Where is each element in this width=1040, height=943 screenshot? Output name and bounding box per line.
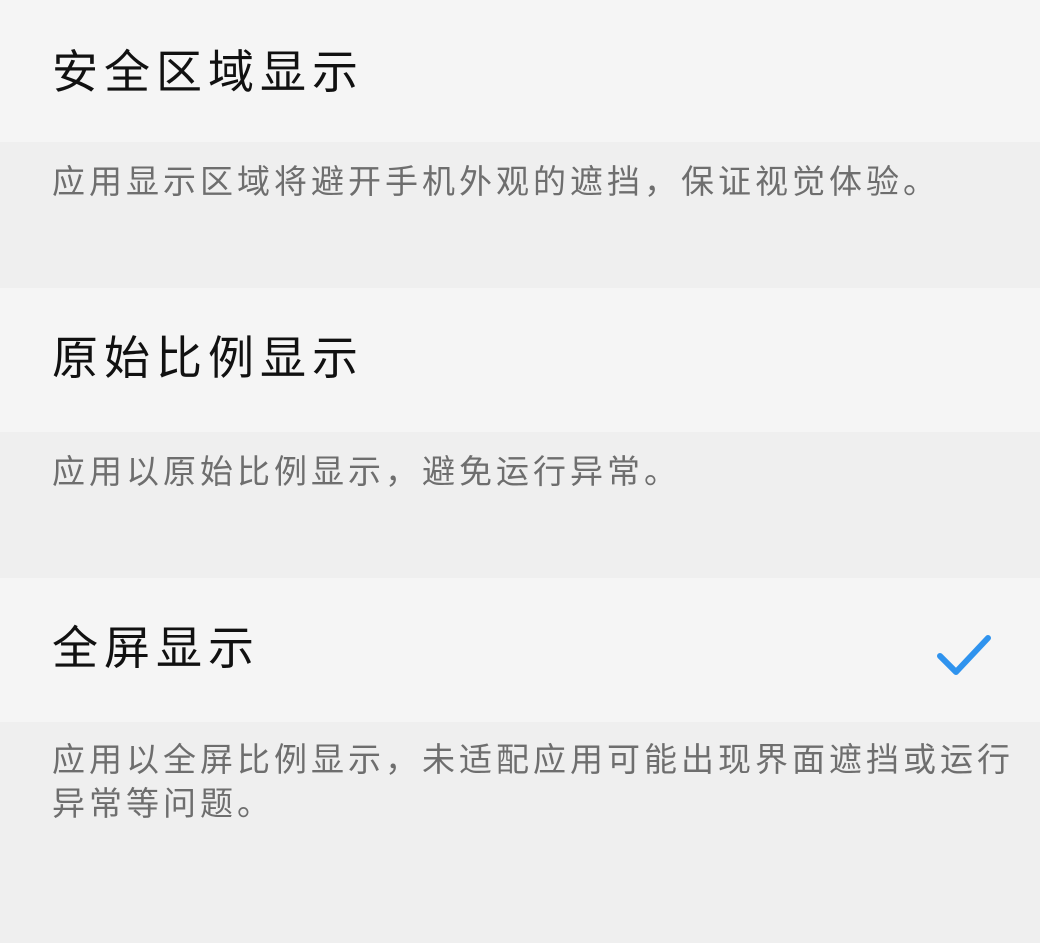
option-title: 安全区域显示	[52, 45, 364, 99]
option-description: 应用以全屏比例显示，未适配应用可能出现界面遮挡或运行异常等问题。	[52, 740, 1014, 823]
option-title: 原始比例显示	[52, 331, 364, 385]
option-original-ratio-display[interactable]: 原始比例显示 应用以原始比例显示，避免运行异常。	[0, 288, 1040, 578]
checkmark-icon	[937, 635, 991, 675]
option-description-row: 应用显示区域将避开手机外观的遮挡，保证视觉体验。	[0, 142, 1040, 288]
display-mode-list: 安全区域显示 应用显示区域将避开手机外观的遮挡，保证视觉体验。 原始比例显示 应…	[0, 0, 1040, 943]
option-description: 应用显示区域将避开手机外观的遮挡，保证视觉体验。	[52, 162, 940, 201]
option-title-row: 全屏显示	[0, 578, 1040, 722]
option-title-row: 原始比例显示	[0, 288, 1040, 432]
option-title: 全屏显示	[52, 621, 260, 675]
option-title-row: 安全区域显示	[0, 0, 1040, 142]
option-safe-area-display[interactable]: 安全区域显示 应用显示区域将避开手机外观的遮挡，保证视觉体验。	[0, 0, 1040, 288]
option-description-row: 应用以全屏比例显示，未适配应用可能出现界面遮挡或运行异常等问题。	[0, 722, 1040, 943]
option-description-row: 应用以原始比例显示，避免运行异常。	[0, 432, 1040, 578]
option-description: 应用以原始比例显示，避免运行异常。	[52, 452, 681, 491]
option-fullscreen-display[interactable]: 全屏显示 应用以全屏比例显示，未适配应用可能出现界面遮挡或运行异常等问题。	[0, 578, 1040, 943]
